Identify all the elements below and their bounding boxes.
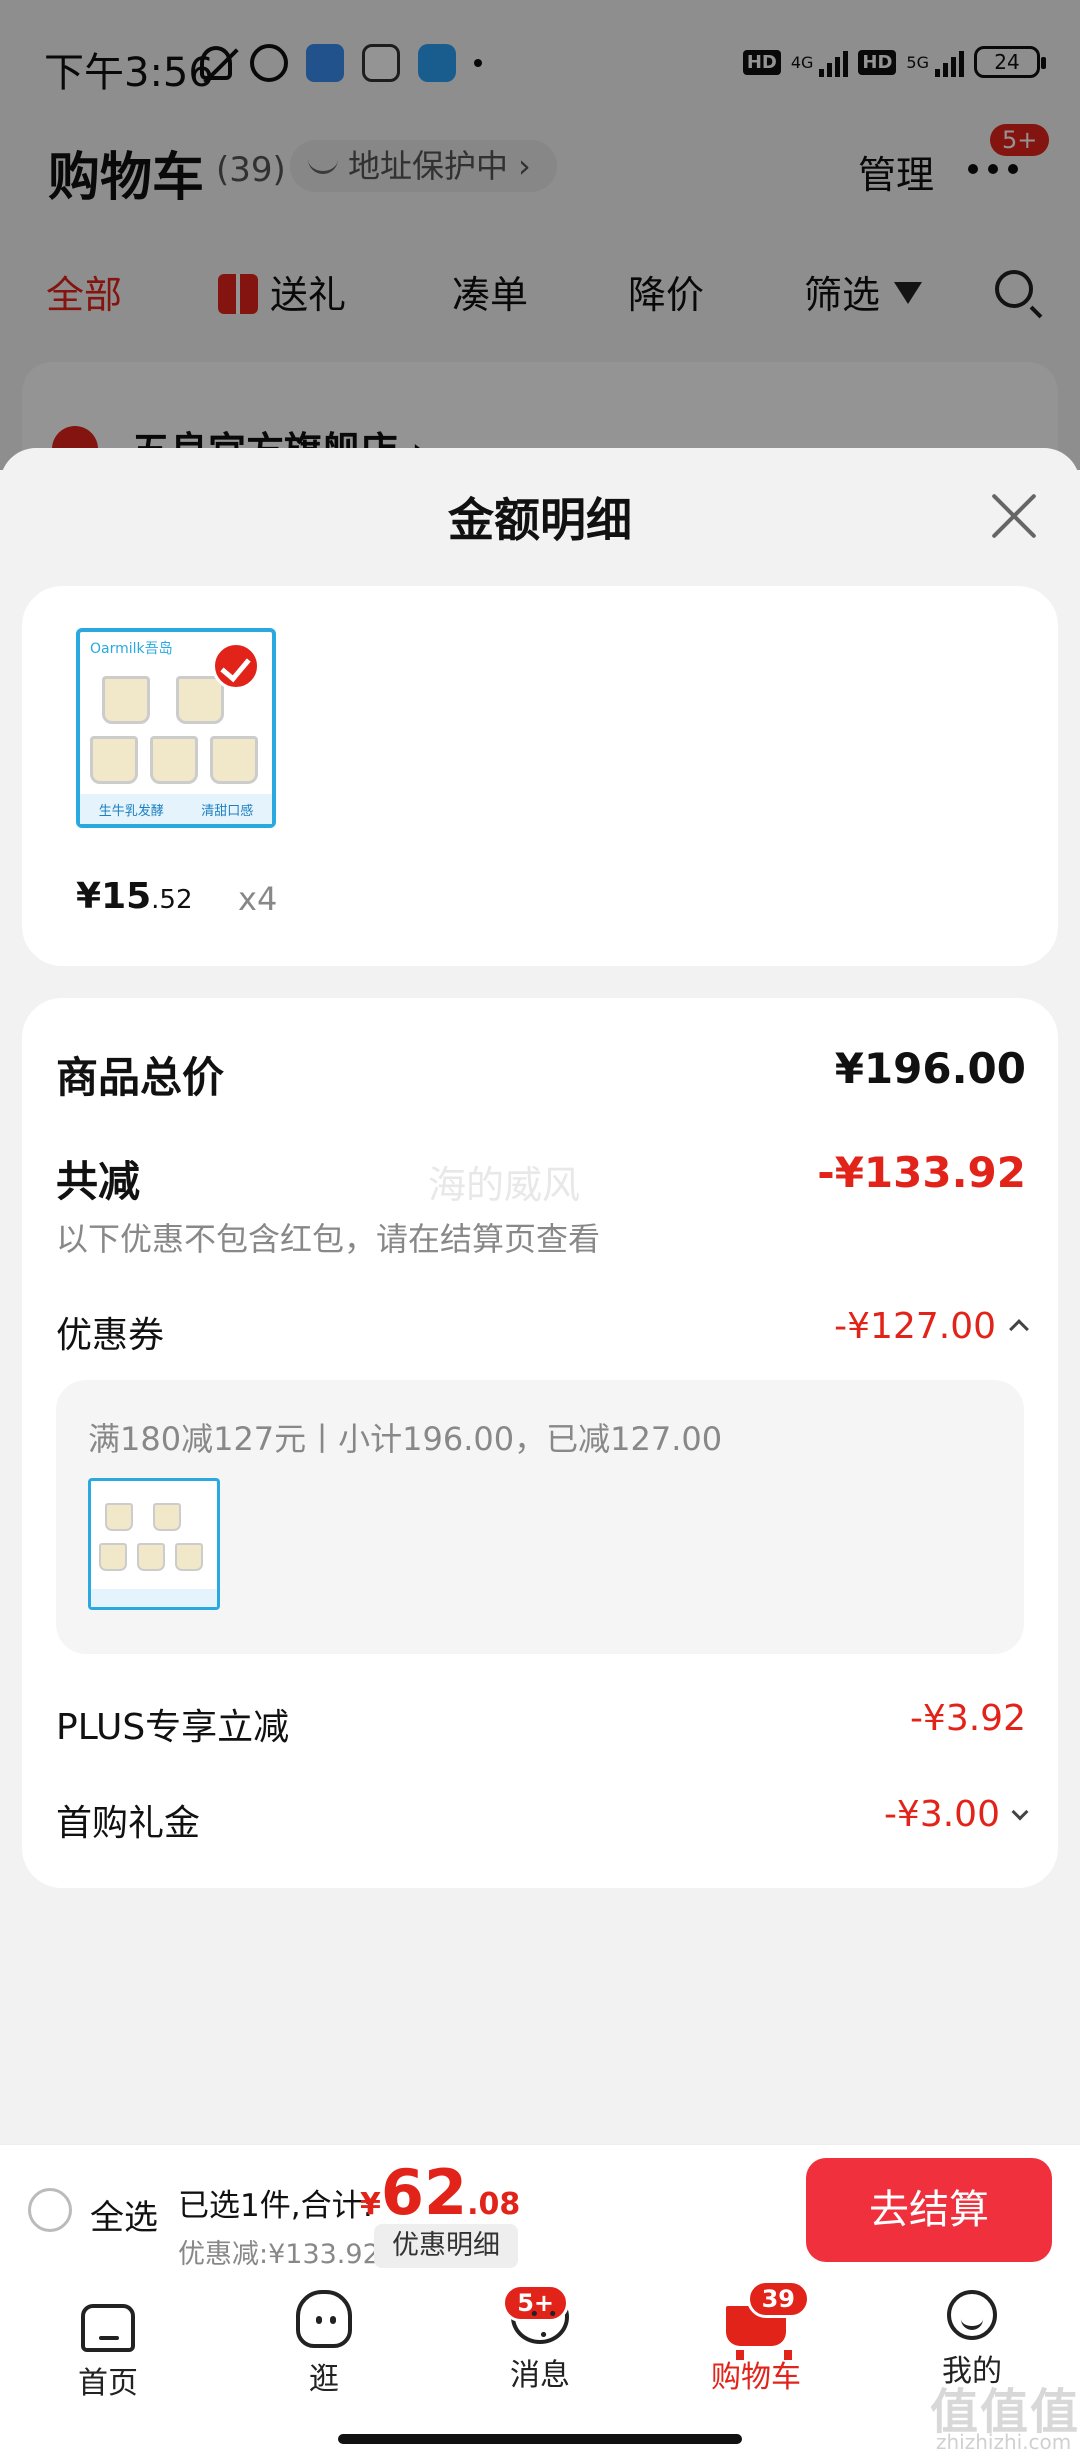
total-integer: 62 xyxy=(380,2156,468,2229)
yogurt-cup-image xyxy=(137,1543,165,1571)
yogurt-cup-image xyxy=(105,1503,133,1531)
product-brand: Oarmilk吾岛 xyxy=(90,641,173,657)
coupon-label: 优惠券 xyxy=(56,1315,165,1356)
home-indicator[interactable] xyxy=(338,2434,742,2444)
user-watermark: 海的威风 xyxy=(428,1163,581,1207)
first-purchase-gift-label: 首购礼金 xyxy=(56,1803,201,1844)
product-tag: 生牛乳发酵 xyxy=(98,803,164,819)
total-symbol: ¥ xyxy=(360,2187,381,2222)
tab-home-label: 首页 xyxy=(78,2366,138,2401)
product-thumb-footer: 生牛乳发酵 清甜口感 xyxy=(80,794,272,824)
reduction-note: 以下优惠不包含红包，请在结算页查看 xyxy=(56,1220,601,1258)
checkout-total: ¥62.08 xyxy=(360,2156,520,2229)
total-price-label: 商品总价 xyxy=(56,1053,225,1102)
product-tag: 清甜口感 xyxy=(201,803,254,819)
total-price-value: ¥196.00 xyxy=(834,1044,1026,1093)
product-price: ¥15.52 xyxy=(76,876,193,917)
total-reduction-label: 共减 xyxy=(56,1157,141,1206)
tab-messages[interactable]: 5+ 消息 xyxy=(470,2284,610,2394)
tab-browse[interactable]: 逛 xyxy=(254,2290,394,2398)
tab-home[interactable]: 首页 xyxy=(38,2290,178,2402)
modal-scrim[interactable] xyxy=(0,0,1080,470)
yogurt-cup-image xyxy=(153,1503,181,1531)
site-watermark-url: zhizhizhi.com xyxy=(936,2430,1072,2454)
product-selected-check-icon[interactable] xyxy=(212,642,260,690)
price-symbol: ¥ xyxy=(76,876,102,917)
cart-icon: 39 xyxy=(726,2280,810,2360)
first-purchase-toggle[interactable]: -¥3.00 xyxy=(883,1794,1029,1835)
tab-browse-label: 逛 xyxy=(309,2362,339,2397)
total-decimal: .08 xyxy=(467,2187,521,2222)
chevron-up-icon xyxy=(1009,1319,1029,1339)
tab-cart[interactable]: 39 购物车 xyxy=(686,2280,826,2396)
yogurt-cup-image xyxy=(90,736,138,784)
price-integer: 15 xyxy=(101,876,152,917)
selected-count-text: 已选1件,合计: xyxy=(178,2188,374,2224)
message-icon: 5+ xyxy=(502,2284,569,2346)
select-all-label[interactable]: 全选 xyxy=(90,2190,158,2239)
cart-badge: 39 xyxy=(746,2280,810,2318)
first-purchase-gift-value: -¥3.00 xyxy=(883,1794,1000,1835)
yogurt-cup-image xyxy=(175,1543,203,1571)
close-icon[interactable] xyxy=(990,492,1038,540)
product-quantity: x4 xyxy=(238,880,278,918)
price-decimal: .52 xyxy=(151,885,193,915)
plus-discount-label: PLUS专享立减 xyxy=(56,1707,290,1748)
chevron-down-icon xyxy=(1011,1803,1029,1821)
profile-icon xyxy=(947,2290,997,2340)
plus-discount-value: -¥3.92 xyxy=(909,1698,1026,1739)
yogurt-cup-image xyxy=(176,676,224,724)
yogurt-cup-image xyxy=(99,1543,127,1571)
total-reduction-value: -¥133.92 xyxy=(817,1148,1026,1197)
coupon-detail-text: 满180减127元丨小计196.00，已减127.00 xyxy=(88,1420,723,1458)
coupon-product-thumbnail[interactable] xyxy=(88,1478,220,1610)
home-icon xyxy=(81,2304,135,2352)
checkout-discount-text: 优惠减:¥133.92 xyxy=(178,2239,380,2270)
yogurt-cup-image xyxy=(210,736,258,784)
face-icon xyxy=(296,2290,352,2348)
select-all-checkbox[interactable] xyxy=(28,2188,72,2232)
yogurt-cup-image xyxy=(150,736,198,784)
checkout-button[interactable]: 去结算 xyxy=(806,2158,1052,2262)
coupon-thumb-footer xyxy=(91,1589,217,1607)
sheet-title: 金额明细 xyxy=(448,493,632,547)
tab-messages-label: 消息 xyxy=(510,2358,570,2393)
coupon-toggle[interactable]: -¥127.00 xyxy=(834,1306,1029,1347)
coupon-value: -¥127.00 xyxy=(834,1306,996,1347)
yogurt-cup-image xyxy=(102,676,150,724)
discount-detail-button[interactable]: 优惠明细 xyxy=(374,2224,518,2268)
message-badge: 5+ xyxy=(502,2284,569,2322)
